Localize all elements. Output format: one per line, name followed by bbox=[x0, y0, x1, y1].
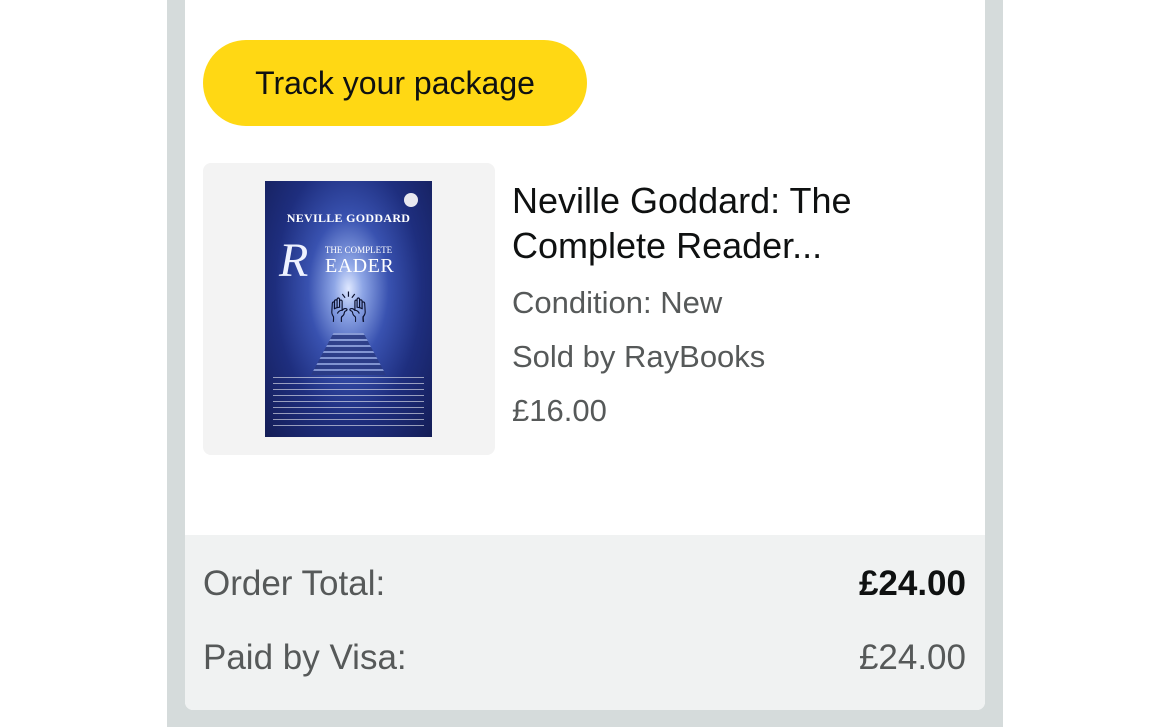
product-title-link[interactable]: Neville Goddard: The Complete Reader... bbox=[512, 178, 972, 268]
product-title-line2: Complete Reader... bbox=[512, 225, 823, 266]
order-summary: Order Total: £24.00 Paid by Visa: £24.00 bbox=[185, 535, 985, 710]
cover-blurb-lines bbox=[273, 377, 424, 429]
stairs-illustration bbox=[311, 333, 386, 375]
item-price: £16.00 bbox=[512, 393, 607, 428]
product-thumbnail[interactable]: NEVILLE GODDARD THE COMPLETE R EADER 🙌︎ bbox=[203, 163, 495, 455]
figure-icon: 🙌︎ bbox=[329, 291, 368, 324]
publisher-logo-icon bbox=[404, 193, 418, 207]
order-total-label: Order Total: bbox=[203, 564, 386, 603]
cover-author: NEVILLE GODDARD bbox=[286, 211, 411, 225]
payment-method-label: Paid by Visa: bbox=[203, 638, 407, 677]
order-details-page: Track your package NEVILLE GODDARD THE C… bbox=[0, 0, 1170, 727]
order-total-value: £24.00 bbox=[858, 564, 966, 603]
cover-title: EADER bbox=[325, 255, 395, 277]
payment-amount-value: £24.00 bbox=[858, 638, 966, 677]
order-card: Track your package NEVILLE GODDARD THE C… bbox=[185, 0, 985, 710]
product-title-line1: Neville Goddard: The bbox=[512, 180, 852, 221]
track-package-button[interactable]: Track your package bbox=[203, 40, 587, 126]
book-cover-image: NEVILLE GODDARD THE COMPLETE R EADER 🙌︎ bbox=[265, 181, 432, 437]
cover-title-initial: R bbox=[279, 234, 309, 287]
item-seller: Sold by RayBooks bbox=[512, 339, 766, 374]
item-condition: Condition: New bbox=[512, 285, 723, 320]
